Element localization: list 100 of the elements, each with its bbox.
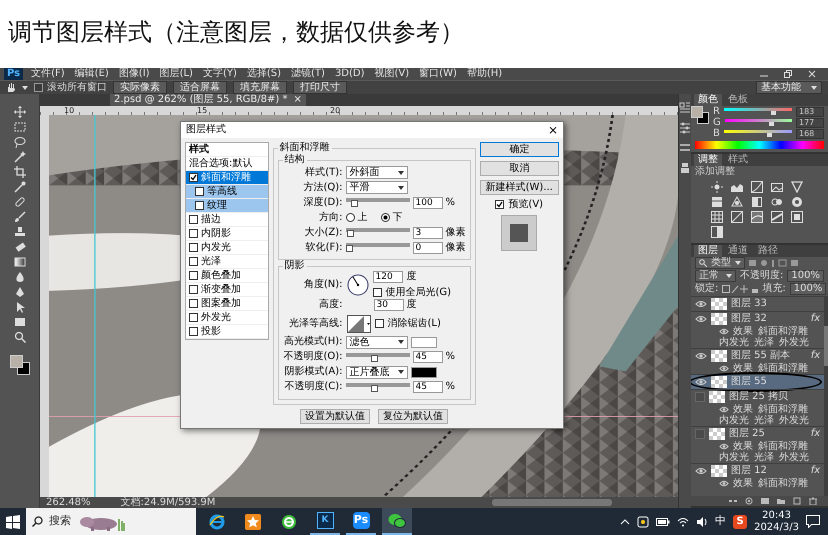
effect-item[interactable]: 外发光 [779, 452, 809, 462]
radio-button[interactable] [346, 213, 354, 222]
number-field[interactable]: 100 [412, 196, 442, 208]
adjustment-icon[interactable] [731, 196, 743, 208]
adjustment-icon[interactable] [791, 196, 803, 208]
number-field[interactable]: 45 [412, 351, 442, 363]
document-tab[interactable]: 2.psd @ 262% (图层 55, RGB/8#) * × [110, 94, 306, 106]
menu-item[interactable]: 文字(Y) [200, 68, 239, 80]
checkbox[interactable] [195, 201, 204, 210]
option-button[interactable]: 适合屏幕 [173, 81, 227, 94]
dropdown[interactable]: 滤色 [346, 336, 408, 348]
effect-item[interactable]: 光泽 [754, 414, 774, 426]
gradient-tool-icon[interactable] [14, 256, 26, 268]
taskbar-app[interactable]: K [310, 508, 340, 535]
channel-value[interactable]: 183 [796, 106, 824, 116]
effect-item[interactable]: 内发光 [719, 452, 749, 462]
fill-field[interactable]: 100% [790, 283, 826, 295]
checkbox[interactable] [189, 257, 198, 266]
effect-item[interactable]: 斜面和浮雕 [758, 404, 808, 414]
checkbox[interactable] [189, 229, 198, 238]
effect-item[interactable]: 斜面和浮雕 [758, 440, 808, 452]
layer-row[interactable]: 图层 55 [691, 374, 824, 388]
brush-tool-icon[interactable] [14, 211, 26, 223]
list-item[interactable]: 图案叠加 [186, 297, 268, 311]
adjustment-icon[interactable] [771, 196, 783, 208]
panel-icon[interactable] [679, 102, 691, 114]
effect-item[interactable]: 内发光 [719, 336, 749, 348]
adjustment-icon[interactable] [751, 180, 763, 192]
menu-item[interactable]: 3D(D) [332, 68, 367, 80]
radio-button[interactable] [380, 213, 390, 222]
dropdown[interactable]: 外斜面 [346, 166, 408, 179]
checkbox[interactable] [189, 243, 198, 252]
menu-item[interactable]: 滤镜(T) [289, 68, 327, 80]
color-swatches-icon[interactable] [10, 355, 30, 375]
restore-icon[interactable] [784, 70, 792, 78]
layer-action-icon[interactable] [808, 497, 818, 505]
adjustment-icon[interactable] [791, 180, 803, 192]
list-item[interactable]: 投影 [186, 325, 268, 339]
checkbox[interactable] [374, 319, 384, 328]
slider-thumb[interactable] [769, 122, 774, 126]
checkbox[interactable] [189, 327, 198, 336]
adjustment-icon[interactable] [711, 226, 723, 238]
menu-item[interactable]: 帮助(H) [464, 68, 504, 80]
checkbox[interactable] [495, 200, 504, 210]
adjustment-icon[interactable] [791, 210, 803, 222]
opacity-field[interactable]: 100% [787, 270, 824, 282]
color-swatch[interactable] [410, 336, 436, 348]
close-button[interactable]: × [293, 94, 302, 106]
list-item[interactable]: 光泽 [186, 255, 268, 269]
list-item[interactable]: 纹理 [186, 199, 268, 213]
number-field[interactable]: 45 [412, 381, 442, 393]
dialog-button[interactable]: 取消 [480, 161, 559, 176]
eyedropper-tool-icon[interactable] [14, 181, 26, 193]
menu-item[interactable]: 窗口(W) [417, 68, 459, 80]
notification-icon[interactable] [806, 515, 820, 528]
close-button[interactable]: × [548, 124, 558, 136]
eye-icon[interactable] [695, 376, 707, 386]
effect-item[interactable]: 斜面和浮雕 [758, 326, 808, 336]
slider-thumb[interactable] [346, 230, 354, 237]
checkbox[interactable] [189, 271, 198, 280]
gloss-contour-icon[interactable] [346, 314, 370, 332]
menu-item[interactable]: 视图(V) [372, 68, 412, 80]
windows-icon[interactable] [6, 514, 20, 528]
dialog-button[interactable]: 复位为默认值 [378, 408, 448, 424]
adjustment-icon[interactable] [711, 180, 723, 192]
list-item[interactable]: 等高线 [186, 185, 268, 199]
menu-item[interactable]: 文件(F) [29, 68, 67, 80]
adjustment-icon[interactable] [771, 180, 783, 192]
ime-logo[interactable]: S [733, 514, 748, 528]
checkbox[interactable] [372, 288, 382, 297]
speaker-icon[interactable] [696, 516, 708, 526]
wand-tool-icon[interactable] [14, 151, 26, 163]
crop-tool-icon[interactable] [14, 166, 26, 178]
list-item[interactable]: 渐变叠加 [186, 283, 268, 297]
panel-tab[interactable]: 样式 [724, 154, 752, 166]
slider-thumb[interactable] [346, 245, 352, 252]
list-item[interactable]: 斜面和浮雕 [186, 171, 268, 185]
effect-item[interactable]: 外发光 [779, 414, 809, 426]
panel-tab[interactable]: 通道 [724, 244, 752, 256]
layer-row[interactable]: 图层 55 副本 fx [691, 348, 824, 362]
slider-thumb[interactable] [770, 111, 776, 115]
effect-item[interactable]: 斜面和浮雕 [758, 478, 808, 488]
color-swatch[interactable] [410, 366, 436, 378]
panel-tab[interactable]: 路径 [754, 244, 782, 256]
adjustment-icon[interactable] [711, 210, 723, 222]
panel-tab[interactable]: 图层 [694, 244, 722, 256]
menu-item[interactable]: 编辑(E) [72, 68, 111, 80]
workspace-select[interactable]: 基本功能 [756, 81, 822, 94]
move-tool-icon[interactable] [14, 106, 26, 118]
list-item[interactable]: 内发光 [186, 241, 268, 255]
panel-tab[interactable]: 色板 [724, 94, 752, 106]
bandage-tool-icon[interactable] [14, 196, 26, 208]
zoom-tool-icon[interactable] [14, 331, 26, 343]
layer-action-icon[interactable] [728, 497, 738, 505]
menu-item[interactable]: 选择(S) [244, 68, 284, 80]
dialog-button[interactable]: 新建样式(W)... [480, 180, 559, 195]
layer-row[interactable]: 图层 32 fx [691, 310, 824, 326]
menu-item[interactable]: 图层(L) [158, 68, 195, 80]
list-item[interactable]: 内阴影 [186, 227, 268, 241]
dropdown[interactable]: 平滑 [346, 181, 408, 194]
